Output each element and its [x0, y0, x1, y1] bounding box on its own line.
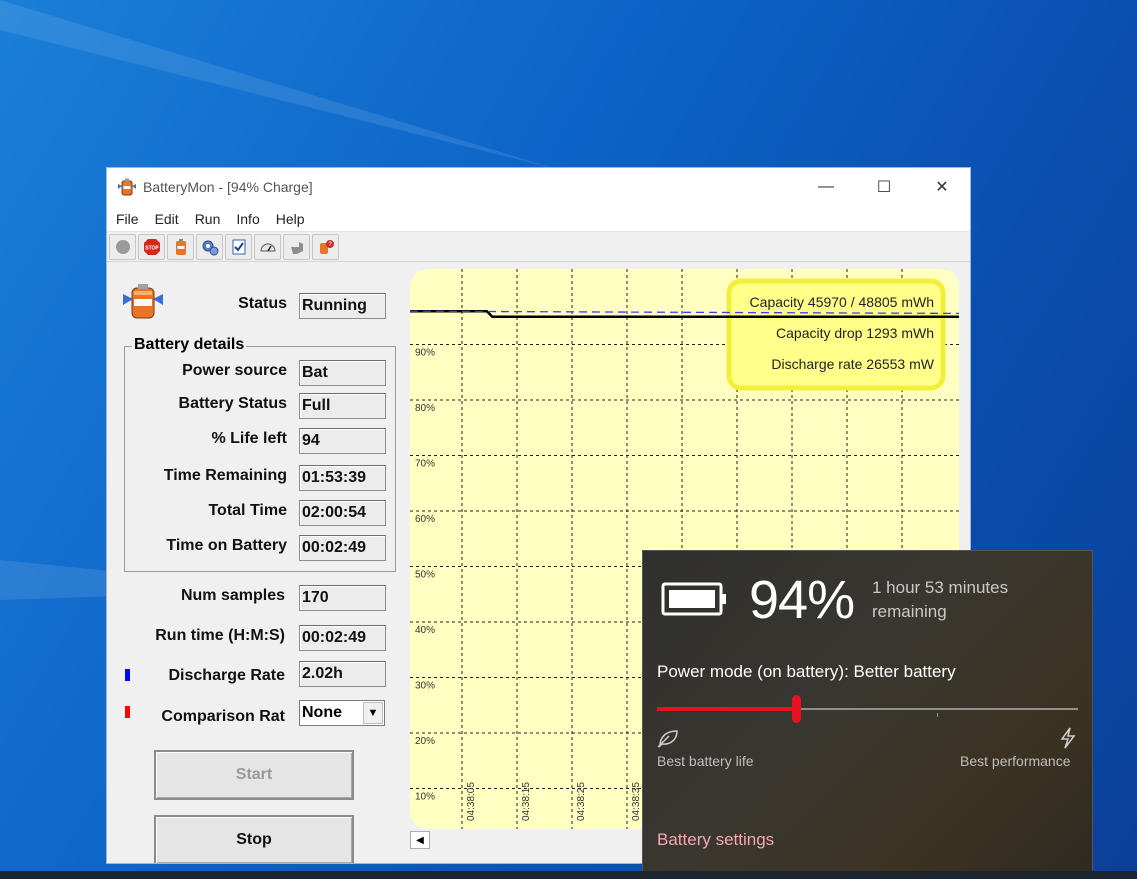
- checklist-icon: [232, 239, 245, 254]
- minimize-button[interactable]: —: [797, 168, 855, 206]
- maximize-button[interactable]: ☐: [855, 168, 913, 206]
- time-remaining-line1: 1 hour 53 minutes: [872, 578, 1009, 597]
- run-time-label: Run time (H:M:S): [155, 627, 285, 644]
- gauge-icon: [259, 243, 276, 251]
- y-tick-label: 40%: [415, 625, 435, 636]
- time-remaining-label: Time Remaining: [163, 467, 287, 484]
- about-button[interactable]: ?: [312, 233, 339, 260]
- time-remaining-line2: remaining: [872, 602, 947, 621]
- y-tick-label: 60%: [415, 514, 435, 525]
- battery-app-icon: [117, 178, 137, 196]
- total-time-value: 02:00:54: [299, 500, 386, 526]
- battery-icon: [175, 238, 186, 255]
- comparison-label-clip: Comparison Rat: [127, 706, 285, 726]
- status-label: Status: [238, 295, 287, 312]
- window-title: BatteryMon - [94% Charge]: [143, 179, 313, 195]
- battery-flyout: 94% 1 hour 53 minutes remaining Power mo…: [642, 550, 1093, 879]
- pointer-button[interactable]: [283, 233, 310, 260]
- y-tick-label: 10%: [415, 792, 435, 803]
- stop-toolbar-button[interactable]: STOP: [138, 233, 165, 260]
- time-remaining-text: 1 hour 53 minutes remaining: [872, 576, 1052, 624]
- stop-button[interactable]: Stop: [154, 815, 354, 863]
- menu-run[interactable]: Run: [186, 211, 228, 227]
- menu-bar: File Edit Run Info Help: [107, 206, 970, 232]
- annotation-text: Capacity drop 1293 mWh: [776, 325, 934, 341]
- battery-settings-link[interactable]: Battery settings: [657, 830, 774, 850]
- comparison-selected-value: None: [302, 704, 342, 721]
- comparison-label: Comparison Rat: [161, 708, 285, 725]
- svg-text:STOP: STOP: [145, 245, 159, 251]
- battery-status-value: Full: [299, 393, 386, 419]
- pointer-icon: [290, 241, 303, 254]
- power-mode-label: Power mode (on battery): Better battery: [657, 662, 956, 681]
- record-button[interactable]: [109, 233, 136, 260]
- time-on-battery-value: 00:02:49: [299, 535, 386, 561]
- slider-thumb[interactable]: [792, 695, 801, 723]
- life-left-value: 94: [299, 428, 386, 454]
- best-performance-label: Best performance: [960, 753, 1071, 769]
- annotation-text: Discharge rate 26553 mW: [771, 356, 934, 372]
- y-tick-label: 80%: [415, 403, 435, 414]
- lightning-icon: [1060, 727, 1076, 749]
- checklist-button[interactable]: [225, 233, 252, 260]
- title-bar[interactable]: BatteryMon - [94% Charge] — ☐ ✕: [107, 168, 970, 206]
- discharge-rate-value: 2.02h: [299, 661, 386, 687]
- battery-percent: 94%: [749, 570, 855, 630]
- menu-edit[interactable]: Edit: [146, 211, 186, 227]
- comparison-select[interactable]: None ▼: [299, 700, 385, 726]
- total-time-label: Total Time: [208, 502, 287, 519]
- power-source-value: Bat: [299, 360, 386, 386]
- best-battery-life-label: Best battery life: [657, 753, 754, 769]
- gauge-button[interactable]: [254, 233, 281, 260]
- battery-icon: [661, 582, 726, 616]
- life-left-label: % Life left: [211, 430, 287, 447]
- y-tick-label: 90%: [415, 348, 435, 359]
- slider-tick: [937, 713, 938, 717]
- x-tick-label: 04:38:25: [576, 782, 587, 821]
- menu-help[interactable]: Help: [267, 211, 312, 227]
- battery-button[interactable]: [167, 233, 194, 260]
- stop-icon: STOP: [143, 238, 160, 255]
- chevron-down-icon[interactable]: ▼: [363, 702, 383, 724]
- run-time-value: 00:02:49: [299, 625, 386, 651]
- about-icon: ?: [319, 239, 334, 254]
- annotation-text: Capacity 45970 / 48805 mWh: [750, 294, 934, 310]
- slider-fill: [657, 707, 796, 711]
- y-tick-label: 70%: [415, 459, 435, 470]
- num-samples-value: 170: [299, 585, 386, 611]
- x-tick-label: 04:38:35: [631, 782, 642, 821]
- time-remaining-value: 01:53:39: [299, 465, 386, 491]
- settings-button[interactable]: [196, 233, 223, 260]
- x-tick-label: 04:38:15: [521, 782, 532, 821]
- leaf-icon: [657, 730, 678, 748]
- start-button[interactable]: Start: [154, 750, 354, 800]
- power-source-label: Power source: [182, 362, 287, 379]
- power-mode-slider[interactable]: [657, 695, 1078, 723]
- menu-info[interactable]: Info: [227, 211, 266, 227]
- num-samples-label: Num samples: [180, 587, 285, 604]
- scroll-left-button[interactable]: ◀: [410, 831, 430, 849]
- gears-icon: [202, 240, 218, 255]
- time-on-battery-label: Time on Battery: [166, 537, 287, 554]
- discharge-rate-label: Discharge Rate: [168, 667, 286, 684]
- battery-status-label: Battery Status: [178, 395, 287, 412]
- x-tick-label: 04:38:05: [466, 782, 477, 821]
- close-button[interactable]: ✕: [913, 168, 970, 206]
- status-value: Running: [299, 293, 386, 319]
- y-tick-label: 50%: [415, 570, 435, 581]
- toolbar: STOP ?: [107, 232, 970, 262]
- taskbar: [0, 871, 1137, 879]
- battery-details-title: Battery details: [132, 336, 247, 354]
- y-tick-label: 20%: [415, 736, 435, 747]
- y-tick-label: 30%: [415, 681, 435, 692]
- record-icon: [115, 239, 130, 254]
- menu-file[interactable]: File: [107, 211, 146, 227]
- battery-logo-icon: [121, 282, 165, 320]
